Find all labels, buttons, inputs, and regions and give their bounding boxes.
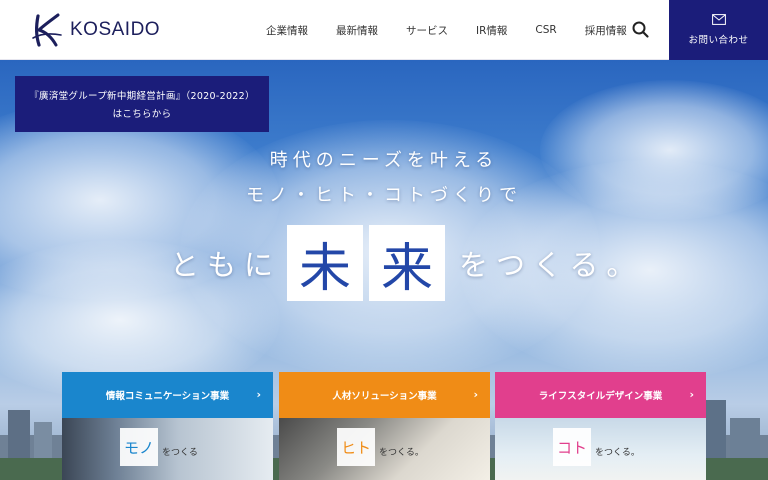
card-word-text: モノ [123,438,154,457]
card-image: モノ をつくる [62,418,273,480]
business-card-info-communication[interactable]: 情報コミュニケーション事業 › モノ をつくる [62,372,273,480]
hero-copy-line3-pre: ともに [170,248,282,282]
chevron-right-icon: › [473,388,478,401]
card-header: 情報コミュニケーション事業 › [62,372,273,418]
mail-icon [711,14,726,25]
site-header: KOSAIDO 企業情報 最新情報 サービス IR情報 CSR 採用情報 お問い… [0,0,768,60]
card-sub: をつくる [162,448,198,458]
card-sub: をつくる。 [379,448,424,458]
card-header: 人材ソリューション事業 › [279,372,490,418]
plan-banner-line2: はこちらから [112,109,172,120]
nav-item-news[interactable]: 最新情報 [322,23,392,38]
card-sub: をつくる。 [595,448,640,458]
contact-label: お問い合わせ [688,35,749,46]
business-card-human-solution[interactable]: 人材ソリューション事業 › ヒト をつくる。 [279,372,490,480]
card-word-text: ヒト [340,438,371,457]
card-word: コト [553,428,591,466]
logo-mark-icon [32,13,62,47]
search-button[interactable] [630,19,652,41]
card-title: ライフスタイルデザイン事業 [538,391,663,402]
card-title: 情報コミュニケーション事業 [105,391,230,402]
mid-term-plan-banner[interactable]: 『廣済堂グループ新中期経営計画』（2020-2022） はこちらから [15,76,269,132]
global-nav: 企業情報 最新情報 サービス IR情報 CSR 採用情報 [252,0,641,60]
nav-item-csr[interactable]: CSR [521,24,570,36]
hero-copy-line3: ともに 未 来 をつくる。 [170,223,643,303]
mirai-char-2: 来 [369,225,446,301]
nav-item-company[interactable]: 企業情報 [252,23,322,38]
search-icon [632,21,649,38]
logo-text: KOSAIDO [70,19,161,40]
card-header: ライフスタイルデザイン事業 › [495,372,706,418]
card-word: ヒト [337,428,375,466]
hero-copy-line2: モノ・ヒト・コトづくりで [246,185,522,206]
nav-item-service[interactable]: サービス [392,23,462,38]
hero-copy-line3-post: をつくる。 [459,248,644,282]
card-image: コト をつくる。 [495,418,706,480]
chevron-right-icon: › [256,388,261,401]
hero-copy-line1: 時代のニーズを叶える [269,150,499,171]
contact-button[interactable]: お問い合わせ [669,0,768,60]
card-image: ヒト をつくる。 [279,418,490,480]
chevron-right-icon: › [689,388,694,401]
kosaido-logo[interactable]: KOSAIDO [30,12,160,48]
card-word-text: コト [556,438,587,457]
nav-item-ir[interactable]: IR情報 [462,23,521,38]
plan-banner-line1: 『廣済堂グループ新中期経営計画』（2020-2022） [29,91,255,102]
mirai-char-1: 未 [287,225,364,301]
hero-visual: 『廣済堂グループ新中期経営計画』（2020-2022） はこちらから 時代のニー… [0,60,768,480]
business-card-lifestyle-design[interactable]: ライフスタイルデザイン事業 › コト をつくる。 [495,372,706,480]
card-title: 人材ソリューション事業 [332,391,437,402]
card-word: モノ [120,428,158,466]
